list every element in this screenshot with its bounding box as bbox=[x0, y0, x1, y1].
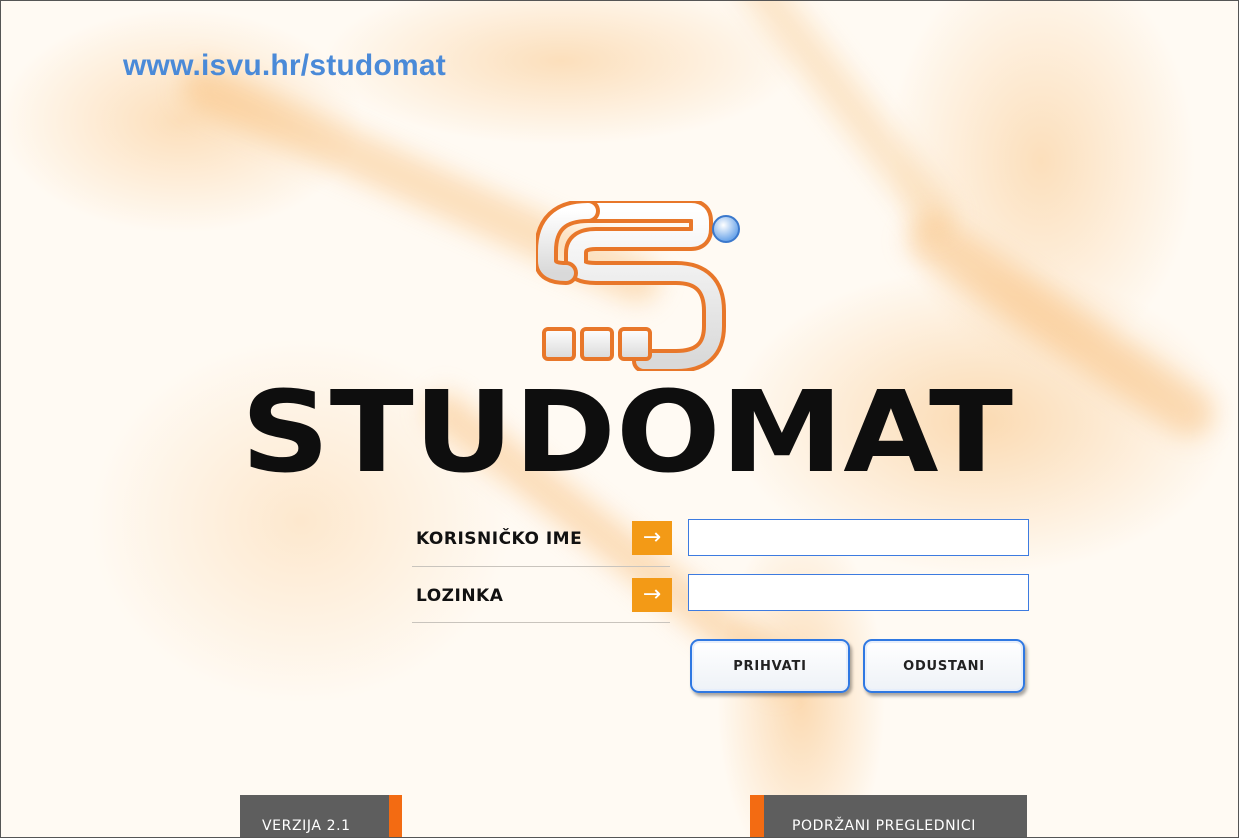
site-url-link[interactable]: www.isvu.hr/studomat bbox=[123, 49, 446, 83]
studomat-wordmark: STUDOMAT bbox=[241, 381, 1013, 481]
divider bbox=[412, 622, 670, 623]
wordmark-text: STUDOMAT bbox=[241, 381, 1013, 481]
username-arrow-icon: → bbox=[632, 521, 672, 555]
password-input[interactable] bbox=[688, 574, 1029, 611]
divider bbox=[412, 566, 670, 567]
password-arrow-icon: → bbox=[632, 578, 672, 612]
supported-browsers-tab[interactable]: PODRŽANI PREGLEDNICI bbox=[750, 795, 1027, 837]
username-input[interactable] bbox=[688, 519, 1029, 556]
cancel-button[interactable]: ODUSTANI bbox=[863, 639, 1025, 693]
version-tab: VERZIJA 2.1 bbox=[240, 795, 402, 837]
password-label: LOZINKA bbox=[416, 586, 504, 606]
username-label: KORISNIČKO IME bbox=[416, 529, 583, 549]
accept-button[interactable]: PRIHVATI bbox=[690, 639, 850, 693]
studomat-s-logo-icon bbox=[536, 201, 740, 371]
login-page: www.isvu.hr/studomat STUDOMAT KORISNIČKO bbox=[0, 0, 1239, 838]
